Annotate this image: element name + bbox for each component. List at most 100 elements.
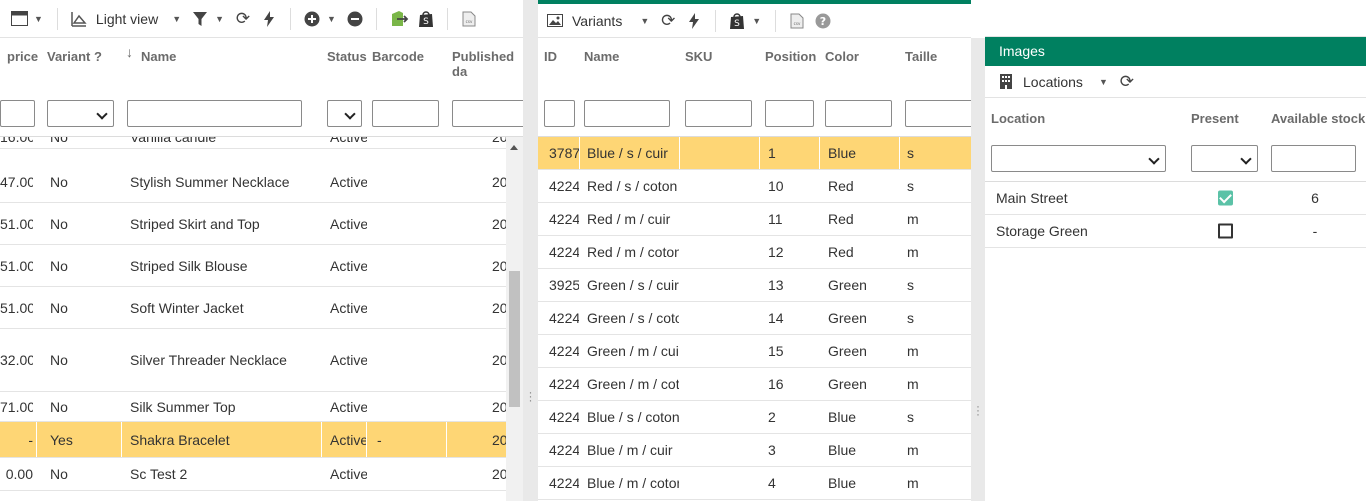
name-filter-input[interactable] [584, 100, 670, 127]
splitter-grip-icon[interactable]: · · · [529, 386, 533, 406]
help-icon[interactable]: ? [814, 9, 832, 33]
column-header-name[interactable]: Name [141, 49, 176, 64]
lightning-icon[interactable] [685, 9, 703, 33]
variants-label[interactable]: Variants [572, 13, 622, 29]
published-filter-input[interactable] [452, 100, 523, 127]
stock-filter-input[interactable] [1271, 145, 1356, 172]
column-header-name[interactable]: Name [584, 49, 619, 64]
table-row[interactable]: 51.00 No Soft Winter Jacket Active 20 [0, 287, 506, 329]
price-filter-input[interactable] [0, 100, 35, 127]
pane-splitter[interactable]: · · · [971, 38, 985, 501]
present-checkbox-checked[interactable] [1218, 190, 1233, 206]
refresh-icon[interactable]: ⟳ [659, 9, 677, 33]
view-selector-chevron-down-icon[interactable]: ▼ [172, 14, 181, 24]
table-row[interactable]: - Yes Shakra Bracelet Active -20 [0, 422, 506, 458]
scroll-up-arrow-icon[interactable] [510, 145, 518, 150]
column-header-published[interactable]: Published da [452, 49, 523, 79]
scrollbar-thumb[interactable] [509, 271, 520, 407]
table-row[interactable]: 4224 Green / m / coton 16 Green m [538, 368, 971, 401]
image-icon[interactable] [546, 9, 564, 33]
export-icon[interactable] [389, 7, 409, 31]
table-row[interactable]: 4224 Green / m / cuir 15 Green m [538, 335, 971, 368]
filter-chevron-down-icon[interactable]: ▼ [215, 14, 224, 24]
table-row[interactable]: 4224 Blue / m / cuir 3 Blue m [538, 434, 971, 467]
column-header-position[interactable]: Position [765, 49, 816, 64]
cell-divider [819, 137, 820, 169]
variant-name-cell: Red / m / coton [587, 244, 679, 260]
column-header-status[interactable]: Status [327, 49, 367, 64]
table-row[interactable]: 32.00 No Silver Threader Necklace Active 20 [0, 329, 506, 392]
sku-filter-input[interactable] [685, 100, 752, 127]
view-selector-label[interactable]: Light view [96, 11, 158, 27]
taille-cell: s [907, 178, 914, 194]
taille-filter-input[interactable] [905, 100, 971, 127]
csv-icon[interactable]: csv [460, 7, 478, 31]
building-icon[interactable] [997, 70, 1015, 94]
variants-chevron-down-icon[interactable]: ▼ [640, 16, 649, 26]
add-icon[interactable] [303, 7, 321, 31]
filter-icon[interactable] [191, 7, 209, 31]
shopify-icon[interactable]: S [417, 7, 435, 31]
add-chevron-down-icon[interactable]: ▼ [327, 14, 336, 24]
table-row[interactable]: 16.00 No Vanilla candle Active 20 [0, 137, 506, 149]
locations-label[interactable]: Locations [1023, 74, 1083, 90]
sort-descending-icon[interactable]: ↓ [126, 44, 133, 60]
products-scrollbar[interactable] [506, 137, 523, 501]
table-row[interactable]: 0.00 No Sc Test 2 Active 20 [0, 458, 506, 491]
images-tab-title[interactable]: Images [985, 37, 1366, 66]
table-row[interactable]: 4224 Red / s / coton 10 Red s [538, 170, 971, 203]
table-row[interactable]: 4224 Red / m / cuir 11 Red m [538, 203, 971, 236]
table-row[interactable]: 4224 Blue / m / coton 4 Blue m [538, 467, 971, 500]
position-cell: 11 [768, 211, 783, 227]
table-row[interactable]: 3925 Green / s / cuir 13 Green s [538, 269, 971, 302]
taille-cell: s [907, 145, 914, 161]
column-header-price[interactable]: price [7, 49, 38, 64]
table-row[interactable]: 51.00 No Striped Skirt and Top Active 20 [0, 203, 506, 245]
column-header-location[interactable]: Location [991, 111, 1045, 126]
variants-table: 3787 Blue / s / cuir 1 Blue s 4224 Red / s / c… [538, 137, 971, 501]
table-row[interactable]: 4224 Blue / s / coton 2 Blue s [538, 401, 971, 434]
splitter-grip-icon[interactable]: · · · [976, 400, 980, 420]
variant-filter-select[interactable] [47, 100, 114, 127]
column-header-present[interactable]: Present [1191, 111, 1239, 126]
refresh-icon[interactable]: ⟳ [234, 7, 252, 31]
column-header-barcode[interactable]: Barcode [372, 49, 424, 64]
column-header-color[interactable]: Color [825, 49, 859, 64]
table-row[interactable]: 71.00 No Silk Summer Top Active 20 [0, 392, 506, 422]
table-row[interactable]: Storage Green - [985, 215, 1366, 248]
status-filter-select[interactable] [327, 100, 362, 127]
table-row[interactable]: 3787 Blue / s / cuir 1 Blue s [538, 137, 971, 170]
pane-splitter[interactable]: · · · [523, 0, 538, 501]
table-row[interactable]: 4224 Green / s / coton 14 Green s [538, 302, 971, 335]
shopify-chevron-down-icon[interactable]: ▼ [752, 16, 761, 26]
status-cell: Active [330, 431, 367, 448]
column-header-variant[interactable]: Variant ? [47, 49, 102, 64]
present-filter-select[interactable] [1191, 145, 1258, 172]
remove-icon[interactable] [346, 7, 364, 31]
color-filter-input[interactable] [825, 100, 892, 127]
id-filter-input[interactable] [544, 100, 575, 127]
location-filter-select[interactable] [991, 145, 1166, 172]
shopify-icon[interactable]: S [728, 9, 746, 33]
table-row[interactable]: 51.00 No Striped Silk Blouse Active 20 [0, 245, 506, 287]
table-row[interactable]: 4224 Red / m / coton 12 Red m [538, 236, 971, 269]
variant-id-cell: 4224 [549, 475, 579, 491]
column-header-taille[interactable]: Taille [905, 49, 937, 64]
present-checkbox-unchecked[interactable] [1218, 223, 1233, 239]
column-header-id[interactable]: ID [544, 49, 557, 64]
grid-icon[interactable] [10, 7, 28, 31]
refresh-icon[interactable]: ⟳ [1118, 70, 1136, 94]
locations-chevron-down-icon[interactable]: ▼ [1099, 77, 1108, 87]
published-date-cell: 20 [492, 352, 506, 368]
column-header-sku[interactable]: SKU [685, 49, 712, 64]
table-row[interactable]: Main Street 6 [985, 182, 1366, 215]
position-filter-input[interactable] [765, 100, 814, 127]
grid-menu-chevron-down-icon[interactable]: ▼ [34, 14, 43, 24]
name-filter-input[interactable] [127, 100, 302, 127]
barcode-filter-input[interactable] [372, 100, 439, 127]
eye-icon[interactable] [70, 7, 88, 31]
csv-icon[interactable]: csv [788, 9, 806, 33]
column-header-available-stock[interactable]: Available stock [1271, 111, 1365, 126]
table-row[interactable]: 47.00 No Stylish Summer Necklace Active 20 [0, 161, 506, 203]
lightning-icon[interactable] [260, 7, 278, 31]
